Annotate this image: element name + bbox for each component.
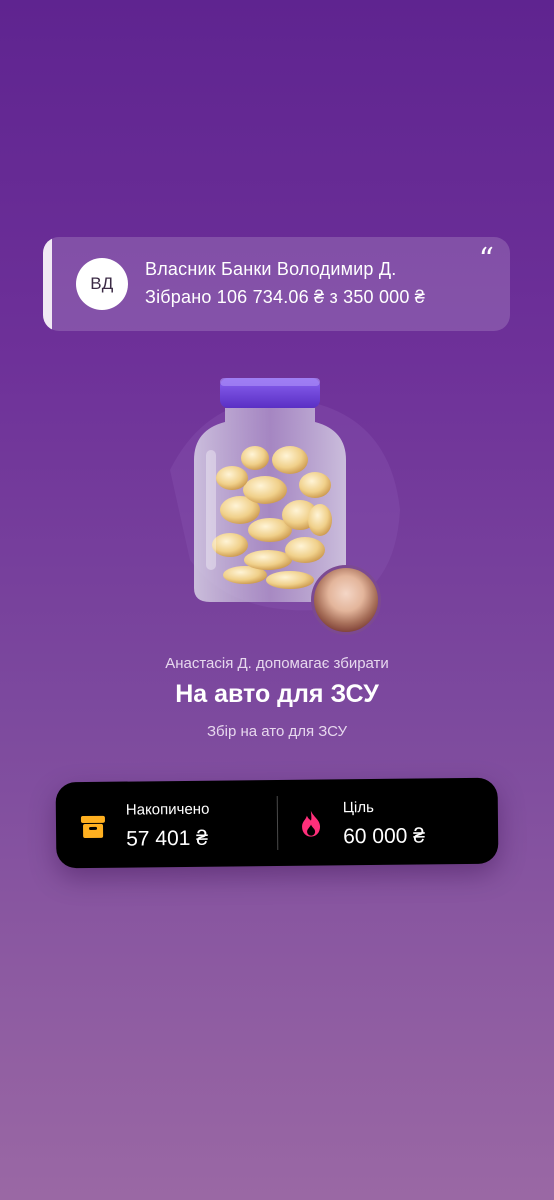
owner-card[interactable]: ВД Власник Банки Володимир Д. Зібрано 10… (43, 237, 510, 331)
stats-card: Накопичено 57 401 ₴ Ціль 60 000 ₴ (55, 777, 499, 869)
owner-collected-sum: Зібрано 106 734.06 ₴ з 350 000 ₴ (145, 287, 425, 307)
owner-avatar: ВД (76, 258, 128, 310)
stats-divider (276, 795, 279, 850)
quote-icon: “ (478, 242, 494, 277)
owner-card-accent-bar (43, 237, 52, 331)
owner-name: Власник Банки Володимир Д. (145, 259, 397, 279)
jar-title: На авто для ЗСУ (175, 680, 379, 708)
collector-helper-text: Анастасія Д. допомагає збирати (165, 655, 389, 672)
flame-icon (302, 810, 321, 837)
goal-label: Ціль (342, 798, 374, 817)
accumulated-value: 57 401 ₴ (126, 826, 209, 851)
goal-value: 60 000 ₴ (343, 824, 426, 849)
accumulated-label: Накопичено (125, 800, 210, 819)
jar-description: Збір на ато для ЗСУ (206, 723, 348, 740)
box-icon (80, 815, 105, 839)
collector-avatar (311, 565, 381, 635)
